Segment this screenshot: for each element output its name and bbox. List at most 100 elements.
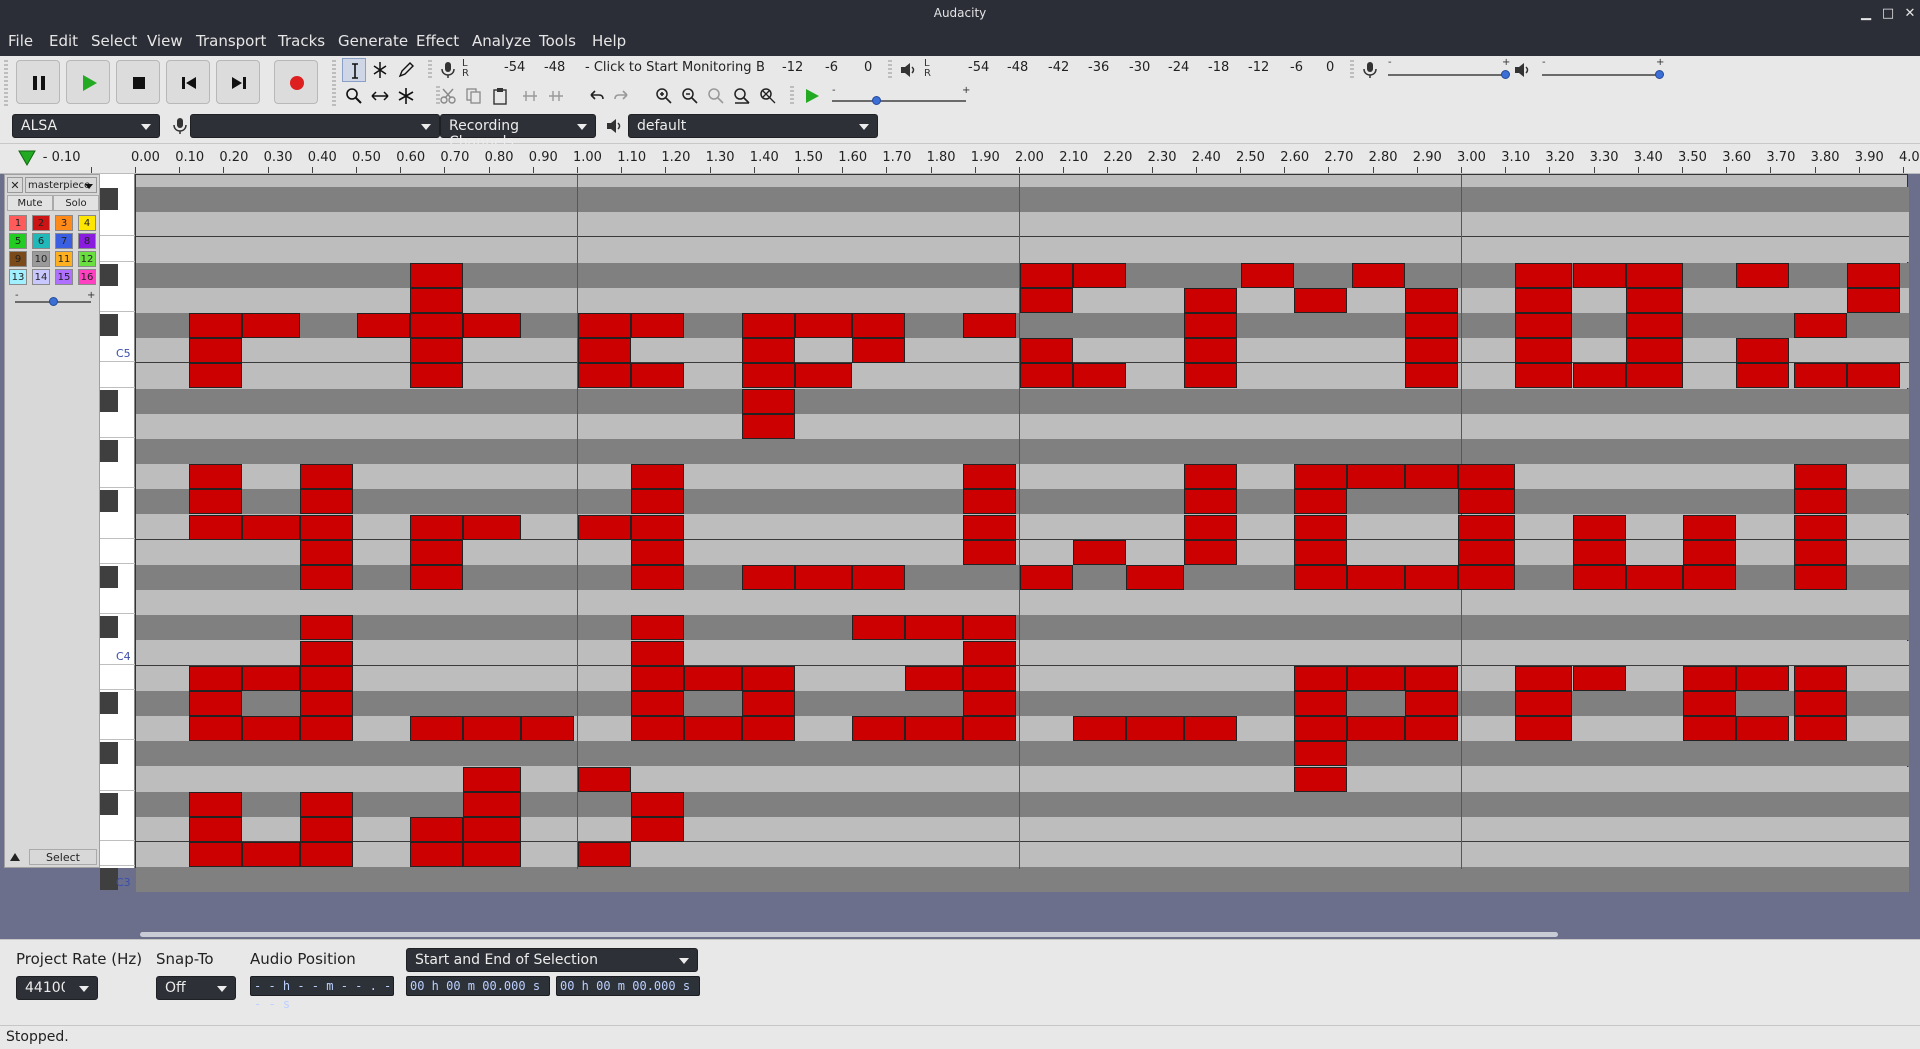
midi-note[interactable]	[1683, 565, 1737, 590]
playback-volume-knob[interactable]	[1655, 70, 1664, 79]
midi-note[interactable]	[463, 514, 521, 540]
midi-note[interactable]	[1347, 716, 1405, 742]
midi-note[interactable]	[299, 464, 353, 490]
midi-note[interactable]	[1625, 262, 1683, 288]
midi-note[interactable]	[1404, 565, 1458, 590]
menu-help[interactable]: Help	[592, 32, 626, 50]
midi-note[interactable]	[1625, 363, 1683, 389]
midi-note[interactable]	[1457, 539, 1516, 565]
midi-note[interactable]	[1294, 539, 1348, 565]
midi-note[interactable]	[1572, 539, 1626, 565]
midi-note[interactable]	[1793, 665, 1847, 691]
channel-button[interactable]: 9	[9, 251, 27, 267]
midi-note[interactable]	[1183, 464, 1237, 490]
collapse-track-button[interactable]	[7, 849, 23, 865]
midi-note[interactable]	[1793, 464, 1847, 490]
midi-note[interactable]	[741, 565, 795, 590]
multi-tool[interactable]	[394, 84, 418, 108]
midi-note[interactable]	[1793, 313, 1847, 338]
midi-note[interactable]	[1515, 287, 1573, 313]
midi-note[interactable]	[741, 388, 795, 414]
midi-note[interactable]	[410, 363, 464, 389]
channel-button[interactable]: 2	[32, 215, 50, 231]
midi-note[interactable]	[962, 313, 1016, 338]
midi-note[interactable]	[962, 539, 1016, 565]
midi-note[interactable]	[1347, 565, 1405, 590]
midi-note[interactable]	[1347, 665, 1405, 691]
midi-note[interactable]	[852, 565, 906, 590]
mute-button[interactable]: Mute	[7, 195, 53, 211]
midi-note[interactable]	[1793, 539, 1847, 565]
midi-note[interactable]	[631, 615, 685, 641]
channel-button[interactable]: 1	[9, 215, 27, 231]
timeline-quick-play-icon[interactable]	[18, 150, 36, 170]
midi-note[interactable]	[242, 716, 300, 742]
midi-note[interactable]	[631, 817, 685, 842]
play-meter[interactable]: -54 -48 -42 -36 -30 -24 -18 -12 -6 0	[934, 60, 1336, 80]
audio-host-select[interactable]: ALSA	[12, 114, 160, 138]
midi-note[interactable]	[1736, 716, 1790, 742]
midi-note[interactable]	[299, 615, 353, 641]
midi-note[interactable]	[741, 665, 795, 691]
midi-note[interactable]	[1404, 464, 1458, 490]
skip-to-end-button[interactable]	[216, 60, 260, 104]
selection-tool[interactable]	[342, 58, 366, 82]
zoom-out-button[interactable]	[678, 84, 702, 108]
channel-button[interactable]: 12	[78, 251, 96, 267]
menu-effect[interactable]: Effect	[416, 32, 459, 50]
midi-note[interactable]	[905, 716, 963, 742]
midi-note[interactable]	[1183, 489, 1237, 515]
midi-note[interactable]	[962, 615, 1016, 641]
play-at-speed-button[interactable]	[800, 84, 824, 108]
midi-note[interactable]	[1073, 539, 1127, 565]
midi-note[interactable]	[741, 363, 795, 389]
recording-volume-knob[interactable]	[1501, 70, 1510, 79]
midi-note[interactable]	[1457, 565, 1516, 590]
piano-black-key[interactable]	[100, 792, 118, 815]
recording-channels-select[interactable]: Recording Channels	[440, 114, 596, 150]
midi-note[interactable]	[578, 514, 632, 540]
midi-note[interactable]	[1294, 766, 1348, 792]
midi-note[interactable]	[299, 716, 353, 742]
midi-note[interactable]	[463, 791, 521, 817]
track-select-button[interactable]: Select	[29, 849, 97, 865]
redo-button[interactable]	[610, 84, 634, 108]
midi-note[interactable]	[1625, 338, 1683, 364]
selection-mode-select[interactable]: Start and End of Selection	[406, 948, 698, 972]
stop-button[interactable]	[116, 60, 160, 104]
midi-note[interactable]	[631, 539, 685, 565]
horizontal-scrollbar[interactable]	[0, 929, 1920, 939]
midi-note[interactable]	[1625, 313, 1683, 338]
midi-note[interactable]	[1294, 665, 1348, 691]
midi-note[interactable]	[1572, 665, 1626, 691]
midi-note[interactable]	[1183, 363, 1237, 389]
midi-note[interactable]	[1457, 489, 1516, 515]
midi-note[interactable]	[1404, 338, 1458, 364]
midi-note[interactable]	[631, 691, 685, 716]
record-meter-mic-button[interactable]	[436, 58, 460, 82]
midi-note[interactable]	[189, 665, 243, 691]
toolbar-grip[interactable]	[332, 60, 336, 108]
midi-note[interactable]	[631, 514, 685, 540]
note-track[interactable]	[135, 174, 1909, 893]
midi-note[interactable]	[631, 640, 685, 666]
midi-note[interactable]	[852, 338, 906, 364]
play-meter-speaker-button[interactable]	[896, 58, 920, 82]
midi-note[interactable]	[1683, 539, 1737, 565]
midi-note[interactable]	[1294, 489, 1348, 515]
maximize-icon[interactable]: □	[1878, 4, 1898, 24]
midi-note[interactable]	[1020, 338, 1074, 364]
midi-note[interactable]	[905, 665, 963, 691]
playback-volume-slider[interactable]	[1542, 74, 1660, 76]
midi-note[interactable]	[189, 464, 243, 490]
midi-note[interactable]	[962, 716, 1016, 742]
midi-note[interactable]	[410, 817, 464, 842]
channel-button[interactable]: 16	[78, 269, 96, 285]
midi-note[interactable]	[1793, 691, 1847, 716]
channel-button[interactable]: 15	[55, 269, 73, 285]
midi-note[interactable]	[1404, 287, 1458, 313]
midi-note[interactable]	[852, 716, 906, 742]
play-speed-knob[interactable]	[872, 96, 881, 105]
midi-note[interactable]	[741, 313, 795, 338]
piano-black-key[interactable]	[100, 692, 118, 714]
